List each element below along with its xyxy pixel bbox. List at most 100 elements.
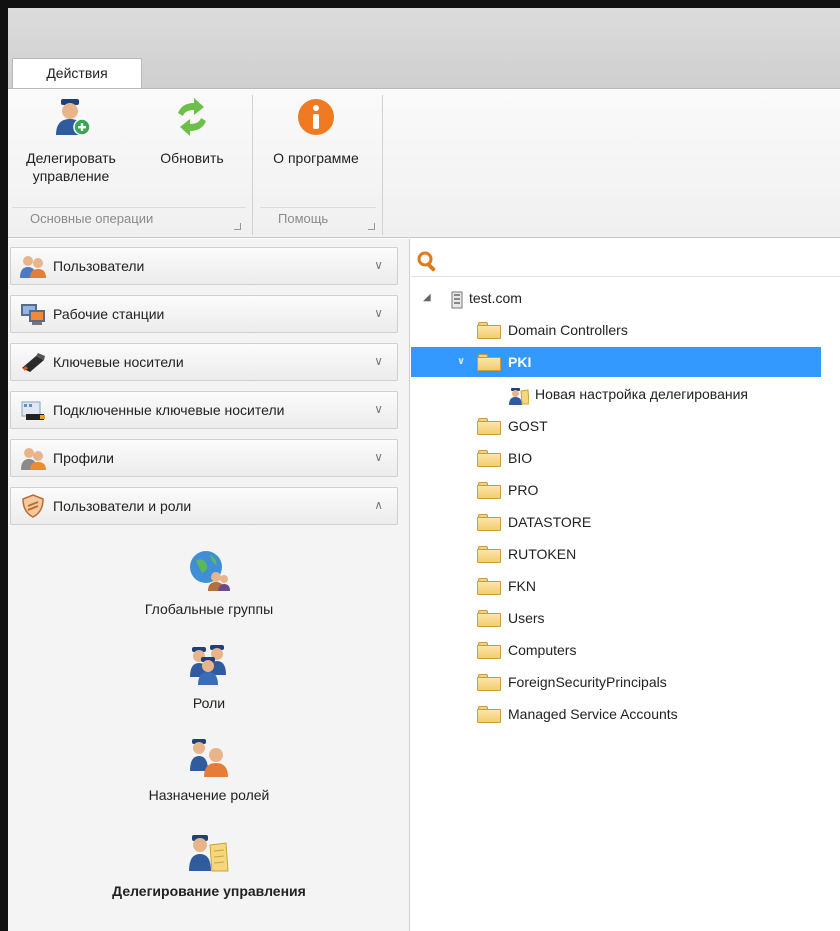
domain-server-icon [451,289,463,309]
refresh-icon [172,97,212,137]
folder-icon [477,546,501,563]
tree-node-label: GOST [508,418,548,434]
tree-node-folder[interactable]: BIO [411,443,821,473]
delegation-icon [188,831,230,873]
tree-node-folder[interactable]: DATASTORE [411,507,821,537]
folder-icon [477,418,501,435]
tree-node-label: ForeignSecurityPrincipals [508,674,667,690]
refresh-label: Обновить [160,150,224,166]
nav-role-assignment[interactable]: Назначение ролей [8,735,410,803]
delegate-label-line2: управление [32,168,110,184]
tree-node-label: DATASTORE [508,514,592,530]
role-assignment-icon [188,735,230,777]
folder-icon [477,354,501,371]
connected-keys-icon [20,398,46,422]
section-connected-keys[interactable]: Подключенные ключевые носители ∨ [10,391,398,429]
tree-node-label: PKI [508,354,532,370]
refresh-button[interactable]: Обновить [146,97,238,167]
user-add-icon [51,97,91,137]
folder-icon [477,610,501,627]
expand-down-icon[interactable]: ◢ [423,283,431,313]
delegate-management-button[interactable]: Делегировать управление [8,97,134,185]
folder-icon [477,578,501,595]
section-users-and-roles[interactable]: Пользователи и роли ∧ [10,487,398,525]
tree-node-label: Users [508,610,545,626]
shield-icon [20,494,46,518]
group-separator [382,95,383,235]
roles-icon [188,643,230,685]
tree-node-label: BIO [508,450,533,466]
expand-down-icon[interactable]: ∨ [457,347,465,377]
workstations-icon [20,302,46,326]
about-label: О программе [273,150,359,166]
tab-actions[interactable]: Действия [12,58,142,89]
section-users-label: Пользователи [53,258,145,274]
delegation-icon [509,385,530,405]
chevron-down-icon: ∨ [374,354,383,368]
section-workstations[interactable]: Рабочие станции ∨ [10,295,398,333]
search-bar[interactable] [411,247,840,277]
folder-icon [477,514,501,531]
tree-node-folder[interactable]: PRO [411,475,821,505]
tree-node-folder[interactable]: Computers [411,635,821,665]
folder-icon [477,482,501,499]
tree-node-folder[interactable]: ForeignSecurityPrincipals [411,667,821,697]
tree-node-label: RUTOKEN [508,546,577,562]
chevron-down-icon: ∨ [374,258,383,272]
nav-roles[interactable]: Роли [8,643,410,711]
dialog-launcher-icon[interactable] [234,223,241,230]
tree-node-folder[interactable]: RUTOKEN [411,539,821,569]
nav-delegation[interactable]: Делегирование управления [8,831,410,899]
section-users[interactable]: Пользователи ∨ [10,247,398,285]
search-icon[interactable] [417,251,439,273]
folder-icon [477,674,501,691]
folder-icon [477,450,501,467]
nav-delegation-label: Делегирование управления [112,883,306,899]
section-key-media-label: Ключевые носители [53,354,184,370]
users-icon [20,254,46,278]
chevron-up-icon: ∧ [374,498,383,512]
tree-node-folder[interactable]: GOST [411,411,821,441]
section-users-and-roles-label: Пользователи и роли [53,498,192,514]
ribbon-tab-strip: Действия [8,8,840,89]
nav-global-groups-label: Глобальные группы [144,601,274,617]
nav-role-assignment-label: Назначение ролей [148,787,270,803]
nav-global-groups[interactable]: Глобальные группы [8,549,410,617]
tree-node-delegation[interactable]: Новая настройка делегирования [411,379,821,409]
tree-node-folder[interactable]: Users [411,603,821,633]
folder-icon [477,642,501,659]
section-profiles-label: Профили [53,450,114,466]
navigation-pane: Пользователи ∨ Рабочие станции ∨ Ключевы… [8,239,410,931]
tree-node-pki[interactable]: ∨ PKI [411,347,821,377]
section-profiles[interactable]: Профили ∨ [10,439,398,477]
app-window: Действия Делегировать управление Обновит… [0,0,840,931]
nav-roles-label: Роли [192,695,226,711]
tree-node-label: Computers [508,642,577,658]
about-button[interactable]: О программе [260,97,372,167]
tree-root-label: test.com [469,290,522,306]
tree-node-folder[interactable]: Domain Controllers [411,315,821,345]
dialog-launcher-icon[interactable] [368,223,375,230]
folder-icon [477,322,501,339]
section-key-media[interactable]: Ключевые носители ∨ [10,343,398,381]
info-icon [296,97,336,137]
tree-node-label: Domain Controllers [508,322,628,338]
section-workstations-label: Рабочие станции [53,306,165,322]
ribbon-panel: Делегировать управление Обновить О прогр… [8,88,840,238]
chevron-down-icon: ∨ [374,450,383,464]
tree-node-label: Новая настройка делегирования [535,386,749,402]
tree-node-label: PRO [508,482,539,498]
chevron-down-icon: ∨ [374,402,383,416]
tree-node-folder[interactable]: FKN [411,571,821,601]
group-label-divider [12,207,246,208]
chevron-down-icon: ∨ [374,306,383,320]
group-label-divider [260,207,376,208]
group-separator [252,95,253,235]
usb-key-icon [20,350,46,374]
tree-root[interactable]: ◢ test.com [411,283,821,313]
global-groups-icon [188,549,230,591]
delegate-label-line1: Делегировать [26,150,116,166]
tree-node-folder[interactable]: Managed Service Accounts [411,699,821,729]
group-label-basic: Основные операции [30,211,154,226]
group-label-help: Помощь [278,211,329,226]
